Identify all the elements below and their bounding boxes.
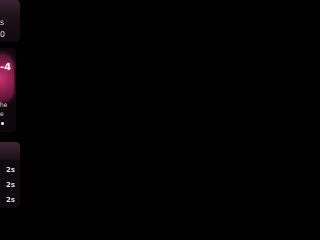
player-score: -4: [0, 62, 12, 73]
timer-label: 2s: [6, 166, 16, 174]
top-stat-card: s 0: [0, 0, 20, 42]
timer-label: 2s: [6, 181, 16, 189]
timer-list-card: 2s 2s 2s: [0, 142, 20, 208]
timer-list-item[interactable]: 2s: [0, 164, 20, 176]
player-caption: he: [0, 102, 8, 109]
player-sub-caption: e: [0, 111, 4, 118]
timer-list-item[interactable]: 2s: [0, 179, 20, 191]
game-viewport: s 0 -4 he e 2s 2s 2s: [0, 0, 320, 240]
player-card[interactable]: -4 he e: [0, 48, 16, 132]
status-dot-icon: [1, 122, 4, 125]
timer-list-item[interactable]: 2s: [0, 194, 20, 206]
timer-list-header: [0, 142, 20, 160]
top-stat-label: s: [0, 18, 5, 27]
left-sidebar: s 0 -4 he e 2s 2s 2s: [0, 0, 20, 240]
top-stat-value: 0: [0, 30, 6, 39]
timer-label: 2s: [6, 196, 16, 204]
